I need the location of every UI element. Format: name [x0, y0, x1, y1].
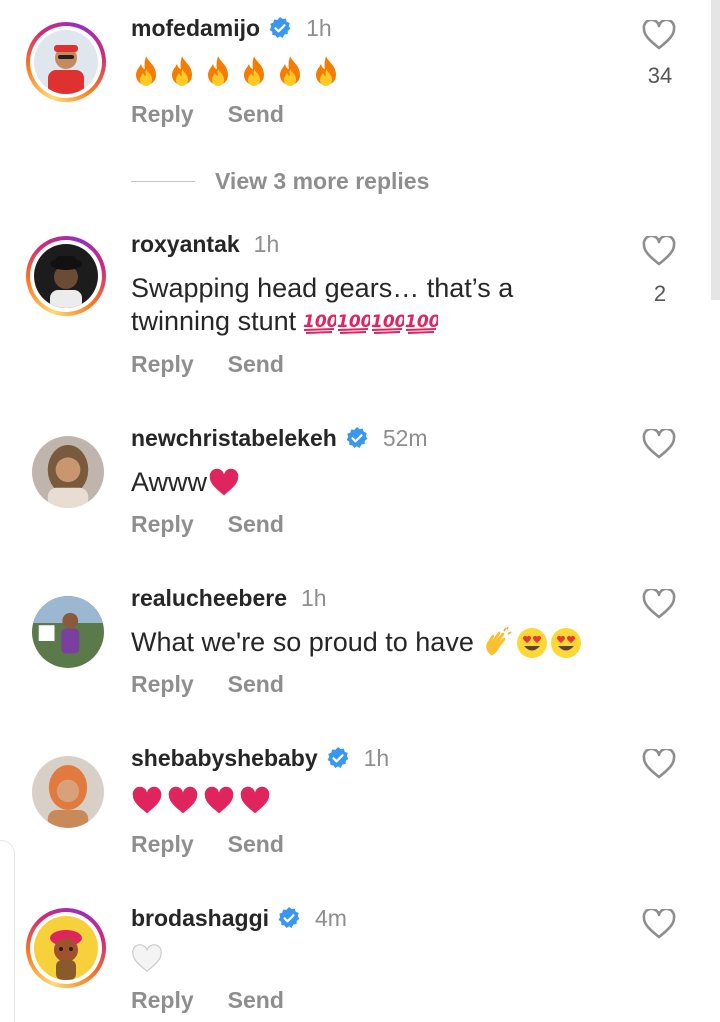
- story-ring-avatar[interactable]: [26, 908, 106, 988]
- hundred-points-icon: 100: [337, 312, 370, 334]
- avatar-image: [32, 596, 104, 668]
- reply-button[interactable]: Reply: [131, 671, 194, 698]
- comment-time: 4m: [315, 905, 347, 931]
- comment-time: 1h: [300, 585, 327, 611]
- hundred-points-icon: 100: [371, 312, 404, 334]
- like-count: 34: [647, 63, 673, 88]
- fire-icon: [244, 56, 264, 86]
- hundred-points-icon: 100: [405, 312, 438, 334]
- red-heart-icon: [168, 786, 198, 814]
- heart-outline-icon[interactable]: [642, 429, 676, 459]
- red-heart-icon: [204, 786, 234, 814]
- comment-text-line: What we're so proud to have: [131, 627, 474, 657]
- send-button[interactable]: Send: [228, 987, 284, 1014]
- send-button[interactable]: Send: [228, 831, 284, 858]
- comment-text-line: Awww: [131, 467, 208, 497]
- heart-outline-icon[interactable]: [642, 236, 676, 266]
- hundred-emoji-row: 100 100 100 100: [302, 309, 438, 335]
- fire-icon: [136, 56, 156, 86]
- comment-text: Swapping head gears… that’s a twinning s…: [131, 272, 581, 338]
- send-button[interactable]: Send: [228, 351, 284, 378]
- scrollbar[interactable]: [711, 0, 720, 300]
- story-ring-avatar[interactable]: [26, 22, 106, 102]
- heart-eyes-face-icon: [516, 627, 547, 658]
- red-heart-icon: [209, 468, 239, 495]
- divider: [131, 181, 195, 182]
- view-more-replies-label[interactable]: View 3 more replies: [215, 168, 429, 195]
- sheet-edge: [0, 840, 15, 1022]
- username[interactable]: mofedamijo: [131, 14, 260, 42]
- verified-badge-icon: [327, 747, 349, 768]
- comment-time: 1h: [306, 15, 332, 41]
- verified-badge-icon: [269, 17, 291, 38]
- red-heart-icon: [132, 786, 162, 814]
- white-heart-emoji-row: [131, 944, 163, 974]
- username[interactable]: realucheebere: [131, 584, 287, 612]
- heart-outline-icon[interactable]: [642, 589, 676, 619]
- heart-outline-icon[interactable]: [642, 749, 676, 779]
- clapping-hands-icon: [486, 626, 512, 655]
- comment-text: Awww: [131, 466, 581, 499]
- comment-time: 52m: [382, 425, 428, 451]
- fire-icon: [208, 56, 228, 86]
- send-button[interactable]: Send: [228, 101, 284, 128]
- fire-emoji-row: [131, 55, 341, 87]
- heart-outline-icon[interactable]: [642, 909, 676, 939]
- avatar: [34, 244, 98, 308]
- send-button[interactable]: Send: [228, 671, 284, 698]
- heart-outline-icon[interactable]: [642, 20, 676, 50]
- story-ring-avatar[interactable]: [26, 236, 106, 316]
- fire-icon: [172, 56, 192, 86]
- send-button[interactable]: Send: [228, 511, 284, 538]
- view-more-replies[interactable]: View 3 more replies: [131, 168, 429, 195]
- username[interactable]: newchristabelekeh: [131, 424, 337, 452]
- reply-button[interactable]: Reply: [131, 987, 194, 1014]
- avatar[interactable]: [32, 756, 104, 828]
- fire-icon: [316, 56, 336, 86]
- red-heart-icon: [240, 786, 270, 814]
- verified-badge-icon: [346, 427, 368, 448]
- username[interactable]: roxyantak: [131, 230, 240, 258]
- username[interactable]: brodashaggi: [131, 904, 269, 932]
- red-heart-emoji-row: [131, 786, 271, 816]
- reply-button[interactable]: Reply: [131, 831, 194, 858]
- avatar-image: [32, 436, 104, 508]
- avatar[interactable]: [32, 436, 104, 508]
- comment-text: What we're so proud to have: [131, 626, 611, 659]
- hundred-points-icon: 100: [303, 312, 336, 334]
- reply-button[interactable]: Reply: [131, 351, 194, 378]
- comment-time: 1h: [363, 745, 390, 771]
- reply-button[interactable]: Reply: [131, 101, 194, 128]
- heart-eyes-face-icon: [550, 627, 581, 658]
- verified-badge-icon: [278, 907, 300, 928]
- comment-time: 1h: [253, 231, 280, 257]
- white-heart-icon: [132, 944, 162, 973]
- like-count: 2: [653, 281, 667, 306]
- avatar-image: [32, 756, 104, 828]
- username[interactable]: shebabyshebaby: [131, 744, 318, 772]
- fire-icon: [280, 56, 300, 86]
- comment-text-line: twinning stunt: [131, 306, 297, 336]
- avatar: [34, 916, 98, 980]
- avatar[interactable]: [32, 596, 104, 668]
- avatar: [34, 30, 98, 94]
- comment-text-line: Swapping head gears… that’s a: [131, 273, 514, 303]
- reply-button[interactable]: Reply: [131, 511, 194, 538]
